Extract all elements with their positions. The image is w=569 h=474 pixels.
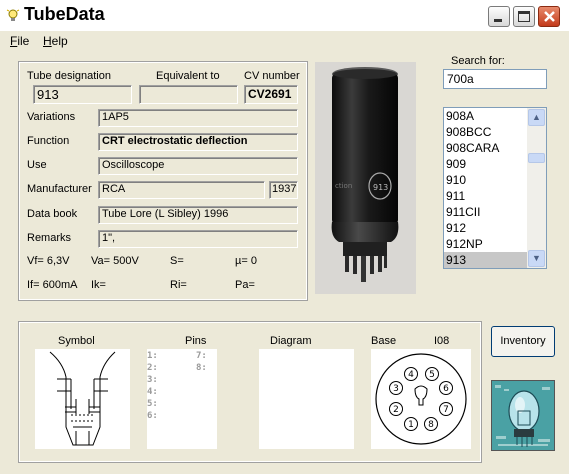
- param-ik: Ik=: [91, 279, 106, 291]
- symbol-label: Symbol: [58, 335, 95, 347]
- pin-label: 2:: [147, 363, 158, 373]
- base-pin-4: 4: [404, 367, 418, 381]
- bulb-icon: [6, 9, 20, 21]
- base-pin-number: 3: [393, 384, 399, 394]
- pins-box: 1: 2: 3: 4: 5: 6: 7: 8:: [147, 349, 217, 449]
- param-va: Va= 500V: [91, 255, 139, 267]
- pins-label: Pins: [185, 335, 207, 347]
- diagram-label: Diagram: [270, 335, 312, 347]
- scroll-up-button[interactable]: ▲: [528, 109, 545, 126]
- list-scrollbar[interactable]: ▲ ▼: [527, 108, 546, 268]
- param-ri: Ri=: [170, 279, 187, 291]
- pin-label: 8:: [196, 363, 207, 373]
- cv-number-field[interactable]: CV2691: [244, 85, 298, 104]
- diagram-box: [259, 349, 354, 449]
- base-pin-number: 2: [393, 405, 399, 415]
- base-pin-5: 5: [425, 367, 439, 381]
- scroll-thumb[interactable]: [528, 153, 545, 163]
- base-pin-number: 8: [428, 420, 434, 430]
- inventory-button[interactable]: Inventory: [491, 326, 555, 357]
- app-logo-image: [491, 380, 555, 451]
- menu-help[interactable]: Help: [43, 34, 68, 48]
- svg-text:913: 913: [373, 183, 388, 192]
- close-icon: [544, 11, 555, 22]
- param-mu: µ= 0: [235, 255, 257, 267]
- chevron-down-icon: ▼: [532, 253, 541, 263]
- equivalent-to-field[interactable]: [139, 85, 238, 104]
- chevron-up-icon: ▲: [532, 112, 541, 122]
- base-pin-7: 7: [439, 402, 453, 416]
- base-type-label: I08: [434, 335, 450, 347]
- maximize-button[interactable]: [513, 6, 535, 27]
- app-title: TubeData: [24, 4, 105, 24]
- function-label: Function: [27, 135, 70, 147]
- data-book-field[interactable]: Tube Lore (L Sibley) 1996: [98, 206, 298, 224]
- pin-label: 3:: [147, 375, 158, 385]
- function-field[interactable]: CRT electrostatic deflection: [98, 133, 298, 151]
- param-pa: Pa=: [235, 279, 255, 291]
- minimize-button[interactable]: [488, 6, 510, 27]
- menu-bar: [0, 31, 569, 52]
- equivalent-to-label: Equivalent to: [156, 70, 220, 82]
- search-label: Search for:: [451, 55, 505, 67]
- pin-label: 5:: [147, 399, 158, 409]
- pin-label: 1:: [147, 351, 158, 361]
- data-book-label: Data book: [27, 208, 78, 220]
- manufacturer-field[interactable]: RCA: [98, 181, 265, 199]
- base-box: 1 2 3 4 5 6 7 8: [371, 349, 471, 449]
- base-pin-number: 5: [429, 370, 435, 380]
- year-field[interactable]: 1937: [269, 181, 298, 199]
- base-pin-number: 6: [443, 384, 449, 394]
- base-pin-number: 7: [443, 405, 449, 415]
- tube-designation-field[interactable]: 913: [33, 85, 132, 104]
- base-pin-2: 2: [389, 402, 403, 416]
- base-pin-8: 8: [424, 417, 438, 431]
- remarks-label: Remarks: [27, 232, 72, 244]
- param-vf: Vf= 6,3V: [27, 255, 70, 267]
- tube-designation-label: Tube designation: [27, 70, 111, 82]
- variations-field[interactable]: 1AP5: [98, 109, 298, 127]
- octal-base-diagram: 1 2 3 4 5 6 7 8: [375, 353, 467, 445]
- base-pin-6: 6: [439, 381, 453, 395]
- menu-file[interactable]: File: [10, 34, 29, 48]
- svg-text:ction: ction: [335, 182, 352, 190]
- variations-label: Variations: [27, 111, 76, 123]
- use-label: Use: [27, 159, 47, 171]
- base-pin-3: 3: [389, 381, 403, 395]
- pin-label: 7:: [196, 351, 207, 361]
- maximize-icon: [518, 11, 530, 22]
- remarks-field[interactable]: 1",: [98, 230, 298, 248]
- param-if: If= 600mA: [27, 279, 78, 291]
- pin-label: 6:: [147, 411, 158, 421]
- base-pin-1: 1: [404, 417, 418, 431]
- cv-number-label: CV number: [244, 70, 300, 82]
- tube-photo: 913 ction: [315, 62, 416, 294]
- param-s: S=: [170, 255, 184, 267]
- search-input[interactable]: 700a: [443, 69, 547, 89]
- scroll-down-button[interactable]: ▼: [528, 250, 545, 267]
- minimize-icon: [494, 19, 502, 22]
- symbol-box: [35, 349, 130, 449]
- use-field[interactable]: Oscilloscope: [98, 157, 298, 175]
- tube-symbol: [49, 351, 116, 446]
- close-button[interactable]: [538, 6, 560, 27]
- base-label: Base: [371, 335, 397, 347]
- base-pin-number: 4: [408, 370, 414, 380]
- base-pin-number: 1: [408, 420, 414, 430]
- pin-label: 4:: [147, 387, 158, 397]
- manufacturer-label: Manufacturer: [27, 183, 92, 195]
